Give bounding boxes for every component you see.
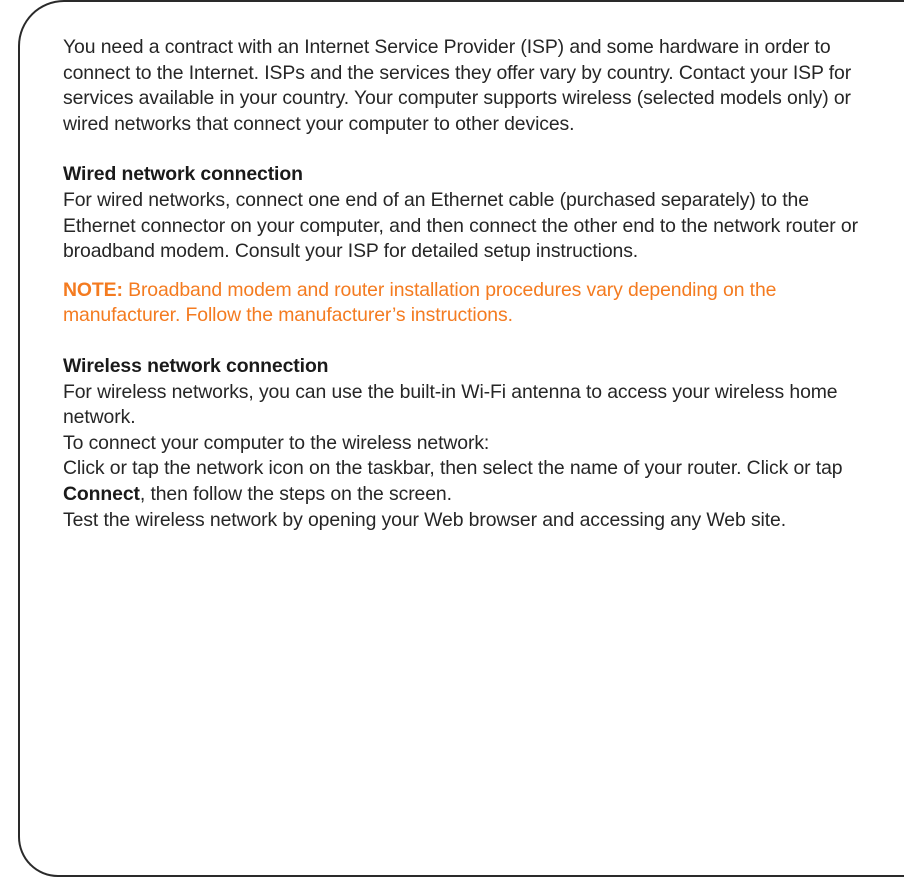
connect-term: Connect xyxy=(63,482,140,505)
wireless-steps-intro: To connect your computer to the wireless… xyxy=(63,431,490,454)
document-content: You need a contract with an Internet Ser… xyxy=(63,35,873,533)
wireless-step-before: Click or tap the network icon on the tas… xyxy=(63,457,843,480)
wireless-paragraph: For wireless networks, you can use the b… xyxy=(63,380,838,429)
wireless-step: Click or tap the network icon on the tas… xyxy=(63,456,873,507)
note-label: NOTE: xyxy=(63,278,123,301)
intro-paragraph: You need a contract with an Internet Ser… xyxy=(63,36,852,135)
wired-paragraph: For wired networks, connect one end of a… xyxy=(63,188,858,263)
note-text: Broadband modem and router installation … xyxy=(63,278,777,327)
wireless-test: Test the wireless network by opening you… xyxy=(63,508,787,531)
note-paragraph: NOTE: Broadband modem and router install… xyxy=(63,278,873,329)
wireless-heading: Wireless network connection xyxy=(63,354,329,377)
wireless-step-after: , then follow the steps on the screen. xyxy=(139,482,452,505)
wired-heading: Wired network connection xyxy=(63,163,303,186)
